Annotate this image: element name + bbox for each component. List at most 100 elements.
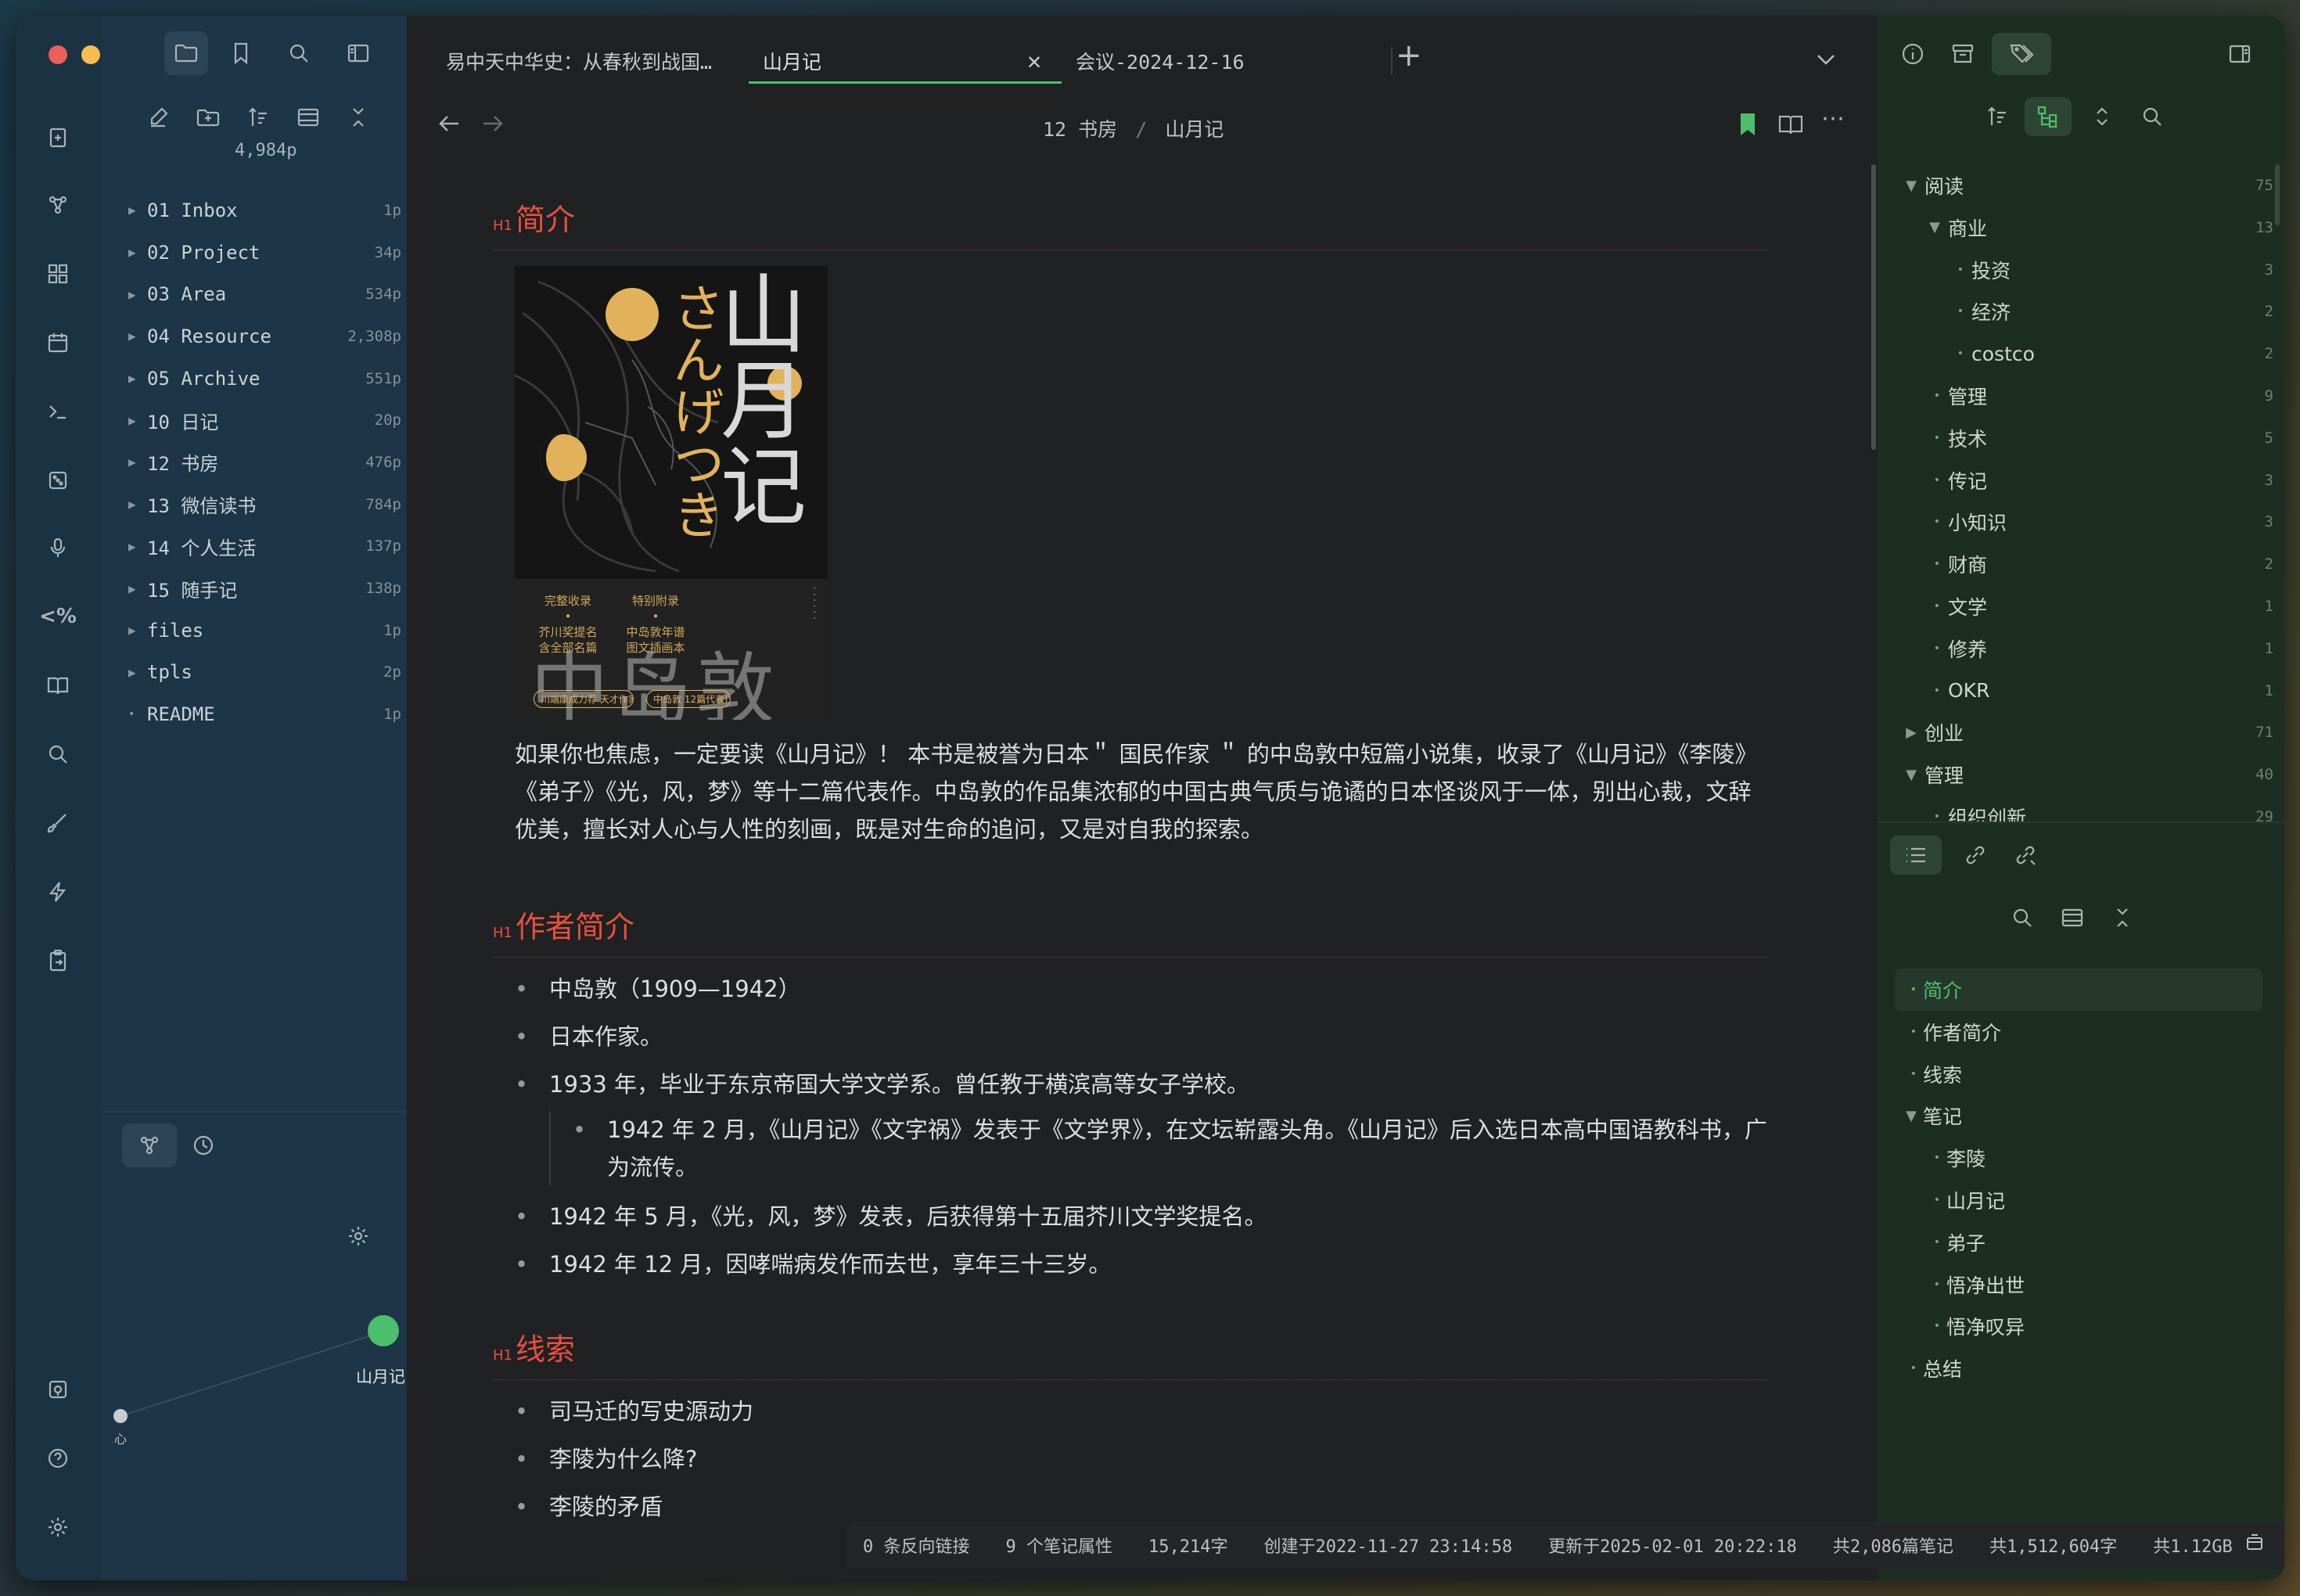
file-tree-item[interactable]: • README 1p [116,693,401,735]
tab-meeting[interactable]: 会议-2024-12-16 [1076,39,1373,83]
forward-arrow-icon[interactable] [480,113,505,138]
random-note-icon[interactable] [42,465,74,496]
outline-item[interactable]: • 简介 [1895,969,2262,1011]
file-tree-item[interactable]: ▶ 14 个人生活 137p [116,526,401,568]
calendar-icon[interactable] [42,327,74,358]
more-options-icon[interactable]: ⋯ [1821,105,1845,132]
tag-tree-item[interactable]: • costco 2 [1895,332,2278,375]
templater-icon[interactable]: <% [39,601,77,632]
tag-tree-item[interactable]: ▼ 商业 13 [1895,207,2278,249]
outline-item[interactable]: • 山月记 [1895,1179,2262,1221]
file-tree-item[interactable]: ▶ 05 Archive 551p [116,358,401,400]
status-backlinks[interactable]: 0 条反向链接 [863,1533,970,1558]
reading-mode-icon[interactable] [1777,113,1804,139]
auto-reveal-icon[interactable] [286,95,330,139]
tags-tab-icon[interactable] [1992,33,2051,75]
archive-icon[interactable] [1950,41,1976,70]
outline-auto-expand-icon[interactable] [2059,904,2086,934]
tag-tree-item[interactable]: ▼ 管理 40 [1895,753,2278,796]
bookmarks-tab-icon[interactable] [219,31,263,75]
graph-node-main[interactable] [368,1315,399,1346]
outline-item[interactable]: • 悟净出世 [1895,1264,2262,1306]
tag-tree-item[interactable]: ▶ 创业 71 [1895,711,2278,753]
outline-collapse-icon[interactable] [2109,904,2136,934]
file-tree-item[interactable]: ▶ 04 Resource 2,308p [116,315,401,358]
tag-tree-item[interactable]: • 组织创新 29 [1895,796,2278,821]
terminal-icon[interactable] [42,396,74,427]
status-layout-icon[interactable] [2244,1532,2266,1558]
close-tab-icon[interactable]: ✕ [1027,48,1041,75]
file-tree-item[interactable]: ▶ 03 Area 534p [116,273,401,315]
tag-tree-item[interactable]: • 投资 3 [1895,249,2278,291]
book-icon[interactable] [42,670,74,701]
file-tree-item[interactable]: ▶ files 1p [116,609,401,652]
tag-tree-item[interactable]: • 传记 3 [1895,459,2278,501]
minimize-window-button[interactable] [81,45,100,64]
tag-tree-item[interactable]: • 修养 1 [1895,627,2278,670]
sort-icon[interactable] [236,95,280,139]
files-tab-icon[interactable] [164,31,208,75]
outline-item[interactable]: • 作者简介 [1895,1011,2262,1053]
tag-tree-item[interactable]: • 经济 2 [1895,290,2278,332]
new-note-icon[interactable] [42,122,74,153]
tab-shanyueji[interactable]: 山月记 ✕ [763,39,1060,83]
bookmark-icon[interactable] [1737,111,1759,141]
tab-yizhongtian[interactable]: 易中天中华史：从春秋到战国… [446,39,735,83]
vault-switch-icon[interactable] [42,1374,74,1405]
microphone-icon[interactable] [42,532,74,563]
tag-tree-item[interactable]: ▼ 阅读 75 [1895,164,2278,207]
tag-tree-item[interactable]: • 管理 9 [1895,375,2278,417]
tag-sort-icon[interactable] [1984,103,2011,133]
tag-tree-item[interactable]: • 技术 5 [1895,417,2278,459]
tag-expand-icon[interactable] [2089,103,2115,133]
file-tree-item[interactable]: ▶ 13 微信读书 784p [116,483,401,526]
tag-tree-item[interactable]: • 财商 2 [1895,543,2278,585]
file-tree-item[interactable]: ▶ 02 Project 34p [116,232,401,274]
outline-item[interactable]: • 弟子 [1895,1221,2262,1264]
tag-tree-view-icon[interactable] [2025,97,2072,136]
graph-node-small[interactable] [113,1409,128,1423]
tag-tree-item[interactable]: • 文学 1 [1895,585,2278,627]
outline-item[interactable]: • 李陵 [1895,1137,2262,1179]
tag-tree-item[interactable]: • OKR 1 [1895,670,2278,712]
editor-scrollbar[interactable] [1871,164,1876,450]
backlinks-tab-icon[interactable] [1962,842,1989,872]
outline-tab-icon[interactable] [1890,836,1942,875]
help-icon[interactable] [42,1443,74,1474]
outline-search-icon[interactable] [2009,904,2036,934]
status-properties[interactable]: 9 个笔记属性 [1006,1533,1113,1558]
breadcrumb-folder[interactable]: 12 书房 [1043,118,1117,141]
new-folder-icon[interactable] [186,95,230,139]
brush-icon[interactable] [42,807,74,839]
lightning-icon[interactable] [42,876,74,908]
outgoing-links-tab-icon[interactable] [2012,842,2039,872]
file-tree-item[interactable]: ▶ 10 日记 20p [116,399,401,441]
right-sidebar-toggle-icon[interactable] [2226,41,2253,70]
settings-icon[interactable] [42,1512,74,1543]
new-tab-icon[interactable]: + [1396,38,1422,74]
file-tree-item[interactable]: ▶ tpls 2p [116,652,401,694]
close-window-button[interactable] [49,45,67,64]
tag-scrollbar[interactable] [2275,164,2280,225]
search-icon[interactable] [42,739,74,770]
graph-view-icon[interactable] [42,189,74,221]
outline-item[interactable]: ▼ 笔记 [1895,1095,2262,1137]
canvas-icon[interactable] [42,258,74,289]
sidebar-toggle-icon[interactable] [336,31,380,75]
tag-search-icon[interactable] [2139,103,2165,133]
collapse-all-icon[interactable] [336,95,380,139]
new-note-icon[interactable] [136,95,180,139]
file-tree-item[interactable]: ▶ 12 书房 476p [116,441,401,483]
tag-tree-item[interactable]: • 小知识 3 [1895,501,2278,543]
clipboard-icon[interactable] [42,945,74,976]
search-tab-icon[interactable] [277,31,321,75]
breadcrumb-file[interactable]: 山月记 [1165,118,1224,141]
file-tree-item[interactable]: ▶ 01 Inbox 1p [116,189,401,232]
file-tree-item[interactable]: ▶ 15 随手记 138p [116,567,401,609]
info-icon[interactable] [1899,41,1926,70]
tab-list-chevron-icon[interactable] [1815,52,1837,70]
graph-canvas[interactable] [102,1113,407,1580]
outline-item[interactable]: • 线索 [1895,1053,2262,1095]
back-arrow-icon[interactable] [437,113,462,138]
outline-item[interactable]: • 总结 [1895,1347,2262,1389]
